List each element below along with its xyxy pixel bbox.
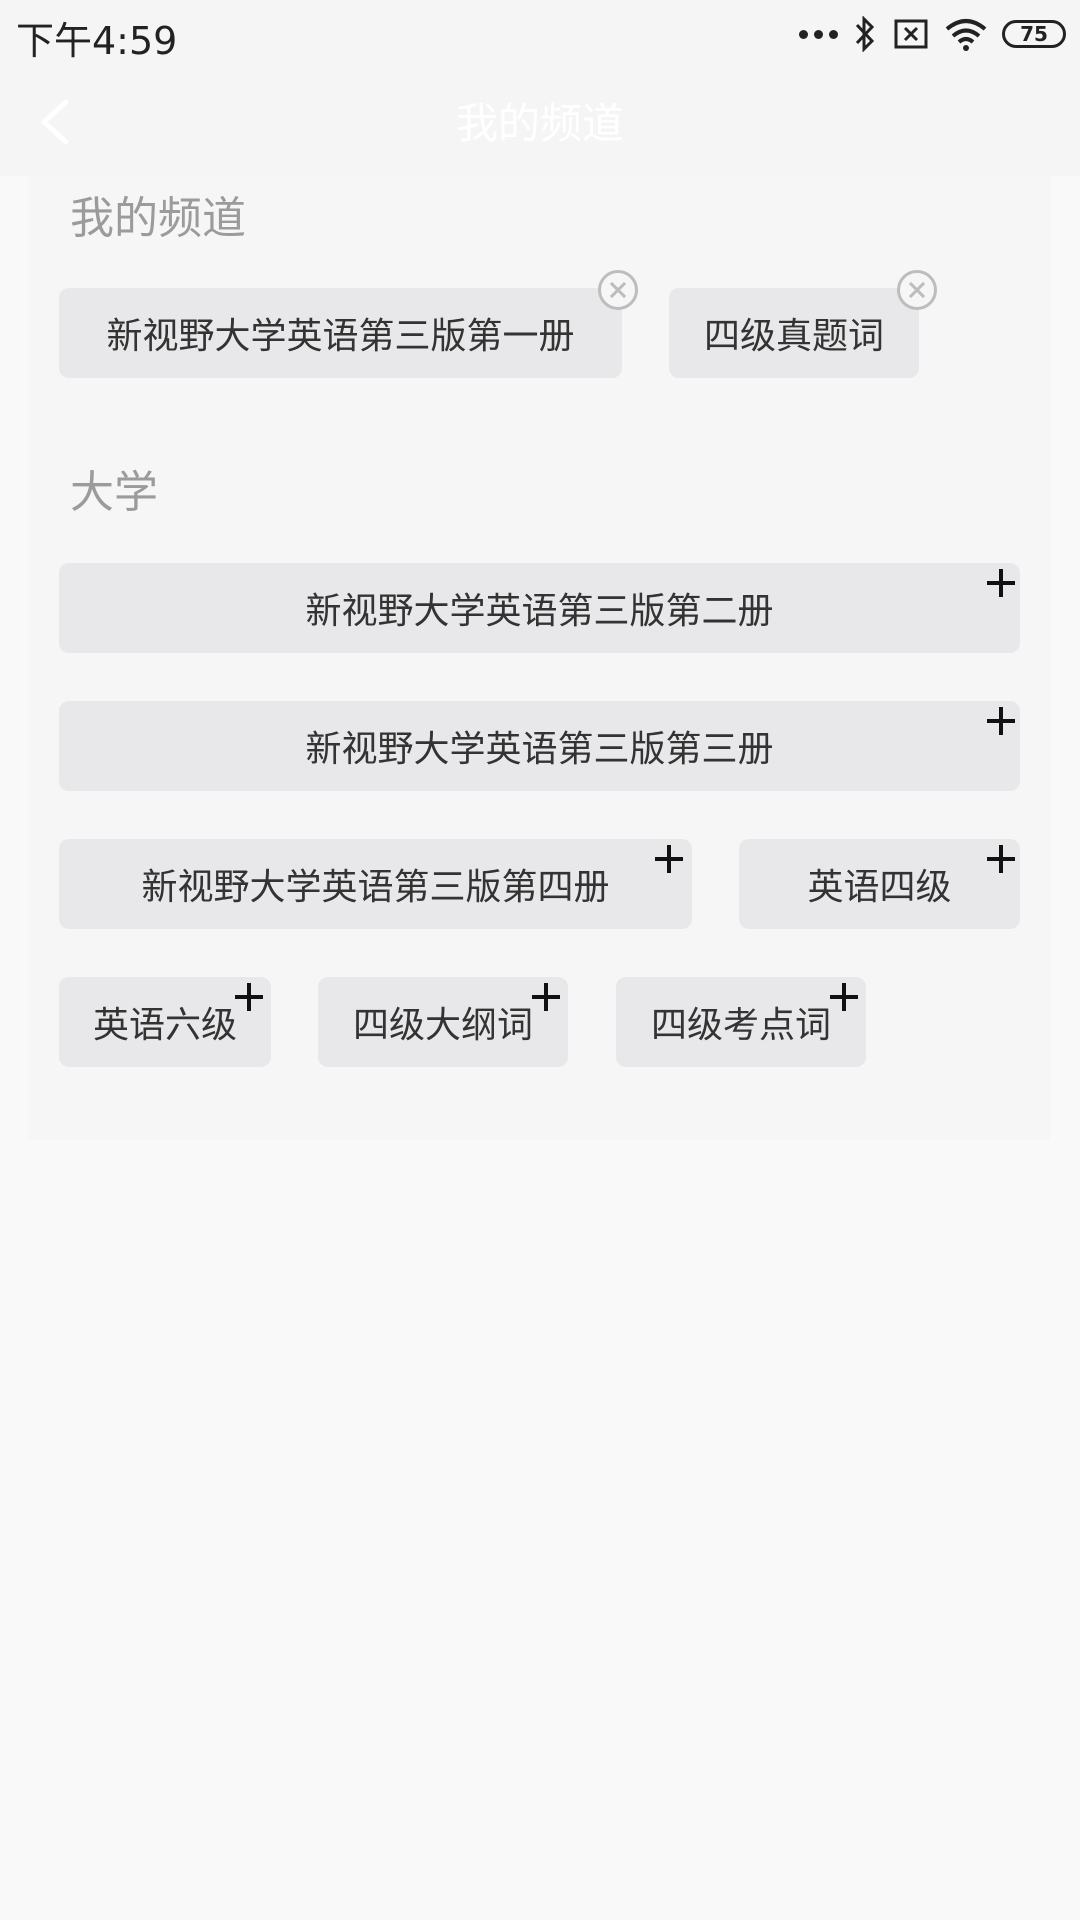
university-channel-chip[interactable]: 新视野大学英语第三版第四册 xyxy=(59,839,692,929)
channel-card: 我的频道 新视野大学英语第三版第一册 四级真题词 大学 新视野大学英语第三版第二… xyxy=(28,176,1050,1140)
status-icons: 75 xyxy=(785,14,1066,54)
add-channel-icon[interactable] xyxy=(235,983,263,1011)
bluetooth-icon xyxy=(855,16,875,52)
dots-icon xyxy=(799,29,838,39)
add-channel-icon[interactable] xyxy=(987,707,1015,735)
nav-bar: 我的频道 xyxy=(0,68,1080,176)
chip-label: 四级考点词 xyxy=(650,1005,831,1046)
chip-label: 新视野大学英语第三版第三册 xyxy=(305,729,774,770)
add-channel-icon[interactable] xyxy=(532,983,560,1011)
add-channel-icon[interactable] xyxy=(830,983,858,1011)
chip-label: 新视野大学英语第三版第四册 xyxy=(141,867,610,908)
my-channels-title: 我的频道 xyxy=(70,193,246,244)
university-channel-chip[interactable]: 四级考点词 xyxy=(616,977,866,1067)
chip-label: 英语六级 xyxy=(92,1005,237,1046)
status-bar: 下午4:59 75 xyxy=(0,0,1080,68)
university-channel-chip[interactable]: 新视野大学英语第三版第三册 xyxy=(59,701,1020,791)
my-channel-chip[interactable]: 新视野大学英语第三版第一册 xyxy=(59,288,622,378)
page-title: 我的频道 xyxy=(455,99,624,148)
wifi-icon xyxy=(945,19,987,51)
battery-icon: 75 xyxy=(1002,20,1066,48)
chip-label: 英语四级 xyxy=(807,867,952,908)
my-channel-chip[interactable]: 四级真题词 xyxy=(669,288,919,378)
chip-label: 新视野大学英语第三版第二册 xyxy=(305,591,774,632)
university-channel-chip[interactable]: 四级大纲词 xyxy=(318,977,568,1067)
university-channel-chip[interactable]: 英语四级 xyxy=(739,839,1020,929)
sim-x-icon xyxy=(894,19,928,49)
chip-label: 四级真题词 xyxy=(703,316,884,357)
chip-label: 新视野大学英语第三版第一册 xyxy=(106,316,575,357)
add-channel-icon[interactable] xyxy=(987,845,1015,873)
add-channel-icon[interactable] xyxy=(655,845,683,873)
add-channel-icon[interactable] xyxy=(987,569,1015,597)
status-time: 下午4:59 xyxy=(16,19,178,63)
chip-label: 四级大纲词 xyxy=(352,1005,533,1046)
remove-channel-icon[interactable] xyxy=(897,270,937,310)
university-title: 大学 xyxy=(70,467,158,518)
university-channel-chip[interactable]: 新视野大学英语第三版第二册 xyxy=(59,563,1020,653)
remove-channel-icon[interactable] xyxy=(598,270,638,310)
